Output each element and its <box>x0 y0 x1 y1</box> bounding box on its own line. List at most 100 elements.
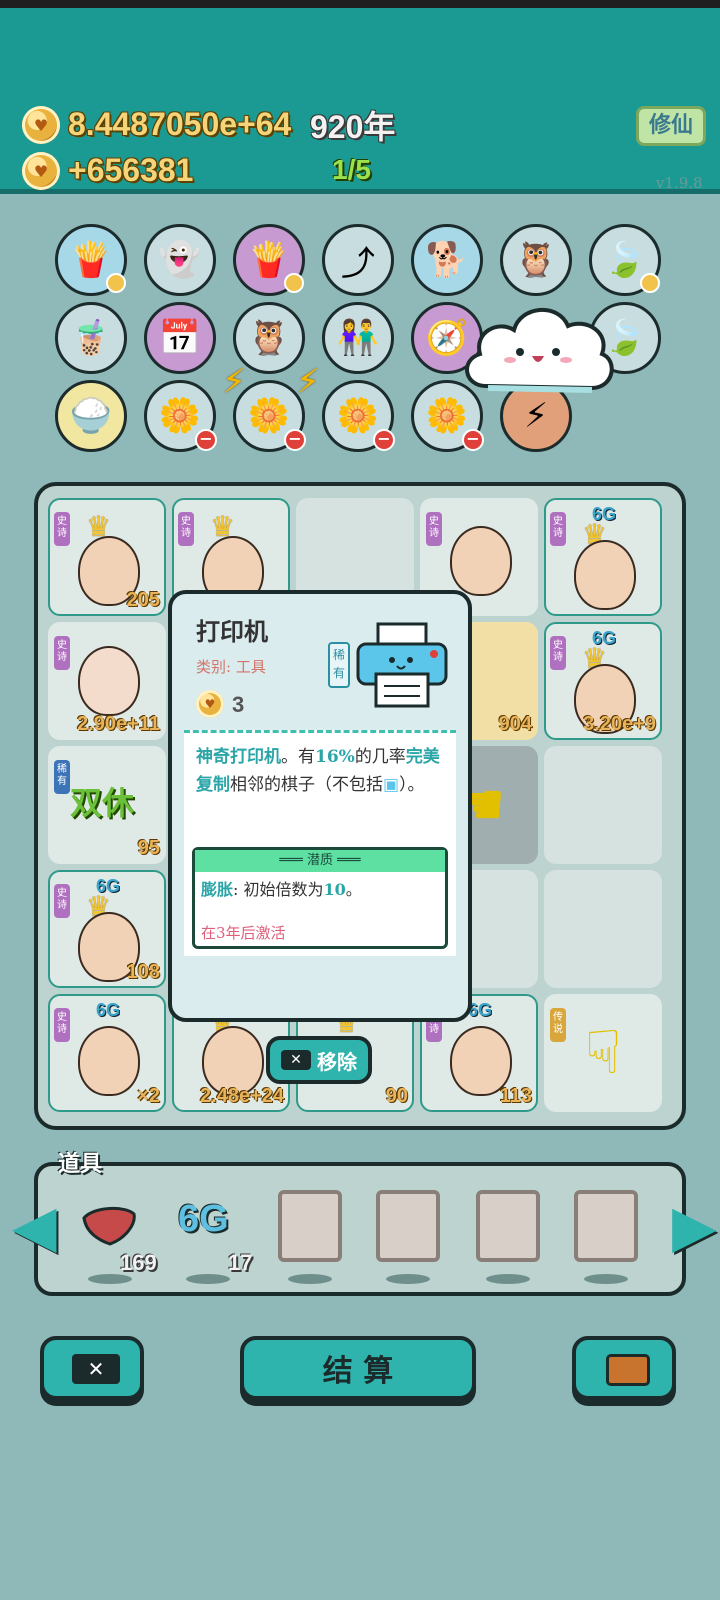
slot-shadow <box>88 1274 132 1284</box>
board-cell-empty[interactable] <box>544 870 662 988</box>
slot-shadow <box>186 1274 230 1284</box>
board-cell-character[interactable]: 史诗 6G ♛ 108 <box>48 870 166 988</box>
status-bar <box>0 0 720 8</box>
slot-shadow <box>288 1274 332 1284</box>
rarity-tag: 稀有 <box>328 642 350 688</box>
cell-value: 3.20e+9 <box>583 713 656 735</box>
trait-line: 膨胀: 初始倍数为10。 <box>201 876 362 900</box>
rarity-tag: 史诗 <box>426 512 442 546</box>
rarity-tag: 史诗 <box>550 636 566 670</box>
year-counter: 920年 <box>310 109 396 145</box>
board-cell-character[interactable]: 史诗 2.90e+11 <box>48 622 166 740</box>
6g-item-label[interactable]: 6G <box>178 1198 229 1241</box>
desc-text: ）。 <box>399 775 425 795</box>
remove-button[interactable]: ✕ 移除 <box>266 1036 372 1084</box>
minus-badge-icon: − <box>373 429 395 451</box>
coin-badge-icon <box>640 273 660 293</box>
board-cell-character[interactable]: 史诗 6G ♛ 3.20e+9 <box>544 622 662 740</box>
printer-small-icon: ▣ <box>383 775 400 795</box>
cell-value: 2.90e+11 <box>77 713 160 735</box>
liver-icon[interactable] <box>80 1204 138 1248</box>
board-cell-character[interactable]: 史诗 ♛ 205 <box>48 498 166 616</box>
top-hud: ♥ 8.4487050e+64 920年 ♥ +656381 1/5 修仙 v1… <box>0 8 720 194</box>
minus-badge-icon: − <box>195 429 217 451</box>
girl-face-icon <box>78 646 140 716</box>
rarity-tag: 史诗 <box>54 1008 70 1042</box>
cell-value: 90 <box>385 1085 408 1107</box>
close-icon: ✕ <box>72 1354 120 1384</box>
fries-icon[interactable]: 🍟 <box>233 224 305 296</box>
shuangxiu-label: 双休 <box>70 784 135 822</box>
xiuxian-button[interactable]: 修仙 <box>636 106 706 146</box>
desc-text: 。有 <box>281 747 315 767</box>
trait-box: ═══ 潜质 ═══ 膨胀: 初始倍数为10。 在3年后激活 <box>192 847 448 949</box>
slot-shadow <box>584 1274 628 1284</box>
coin-icon: ♥ <box>22 106 60 144</box>
rarity-tag: 史诗 <box>178 512 194 546</box>
cell-value: 108 <box>126 961 160 983</box>
activation-text: 在3年后激活 <box>201 924 286 942</box>
close-icon: ✕ <box>281 1050 311 1070</box>
cell-value: 904 <box>498 713 532 735</box>
board-cell-empty[interactable] <box>544 746 662 864</box>
couple-icon[interactable]: 👫 <box>322 302 394 374</box>
board-cell-character[interactable]: 史诗 6G ×2 <box>48 994 166 1112</box>
settle-button[interactable]: 结 算 <box>240 1336 476 1400</box>
cloud-mascot-icon[interactable] <box>458 296 618 400</box>
bubble-tea-icon[interactable]: 🧋 <box>55 302 127 374</box>
lightning-effect-icon: ⚡ <box>222 362 246 402</box>
item-detail-popup: 打印机 类别: 工具 稀有 ♥ 3 神奇打印机。有16%的几率完美复制相邻的棋子… <box>168 590 472 1022</box>
coin-icon: ♥ <box>22 152 60 190</box>
rarity-tag: 史诗 <box>54 512 70 546</box>
board-cell-pointer[interactable]: 传说 ☟ <box>544 994 662 1112</box>
upgrade-arrow-icon[interactable]: ⤴ <box>322 224 394 296</box>
desc-highlight: 16% <box>315 747 355 767</box>
item-title: 打印机 <box>196 617 268 646</box>
tools-label: 道具 <box>58 1152 103 1177</box>
version-label: v1.9.8 <box>656 174 703 192</box>
coin-total: 8.4487050e+64 <box>68 106 292 142</box>
face-icon <box>450 526 512 596</box>
calendar-icon[interactable]: 📅 <box>144 302 216 374</box>
cell-value: 113 <box>499 1085 532 1107</box>
desc-text: 相邻的棋子（不包括 <box>230 775 383 795</box>
cell-value: 95 <box>137 837 160 859</box>
description-box: 神奇打印机。有16%的几率完美复制相邻的棋子（不包括▣）。 ═══ 潜质 ═══… <box>184 730 456 956</box>
empty-tool-slot[interactable] <box>278 1190 342 1262</box>
pointing-hand-icon: ☟ <box>584 1018 622 1088</box>
flower-pot-icon[interactable]: 🌼 − <box>144 380 217 452</box>
settle-label: 结 算 <box>322 1354 394 1389</box>
owl-icon[interactable]: 🦉 <box>500 224 572 296</box>
empty-tool-slot[interactable] <box>574 1190 638 1262</box>
leaf-icon[interactable]: 🍃 <box>589 224 661 296</box>
trait-value: 10 <box>323 880 346 899</box>
desc-text: 的几率 <box>354 747 406 767</box>
face-icon <box>78 1026 140 1096</box>
dog-icon[interactable]: 🐕 <box>411 224 483 296</box>
slot-shadow <box>486 1274 530 1284</box>
fries-icon[interactable]: 🍟 <box>55 224 127 296</box>
skip-button[interactable]: ✕ <box>40 1336 144 1400</box>
board-cell-shuangxiu[interactable]: 稀有 双休 95 <box>48 746 166 864</box>
trait-text: 。 <box>345 880 362 899</box>
rice-bowl-icon[interactable]: 🍚 <box>55 380 127 452</box>
empty-tool-slot[interactable] <box>476 1190 540 1262</box>
printer-icon <box>356 622 448 708</box>
rarity-tag: 史诗 <box>54 636 70 670</box>
minus-badge-icon: − <box>284 429 306 451</box>
ghost-icon[interactable]: 👻 <box>144 224 216 296</box>
trait-header: ═══ 潜质 ═══ <box>195 850 445 872</box>
minus-badge-icon: − <box>462 429 484 451</box>
round-progress: 1/5 <box>332 154 371 185</box>
face-icon <box>574 540 636 610</box>
empty-tool-slot[interactable] <box>376 1190 440 1262</box>
prev-arrow-icon[interactable]: ◀ <box>12 1197 57 1260</box>
board-cell-character[interactable]: 史诗 6G ♛ <box>544 498 662 616</box>
lightning-effect-icon: ⚡ <box>296 362 320 402</box>
cell-value: 205 <box>126 589 160 611</box>
coin-badge-icon <box>106 273 126 293</box>
bag-button[interactable] <box>572 1336 676 1400</box>
flower-pot-icon[interactable]: 🌼 − <box>322 380 395 452</box>
next-arrow-icon[interactable]: ▶ <box>672 1197 717 1260</box>
rarity-tag: 史诗 <box>54 884 70 918</box>
